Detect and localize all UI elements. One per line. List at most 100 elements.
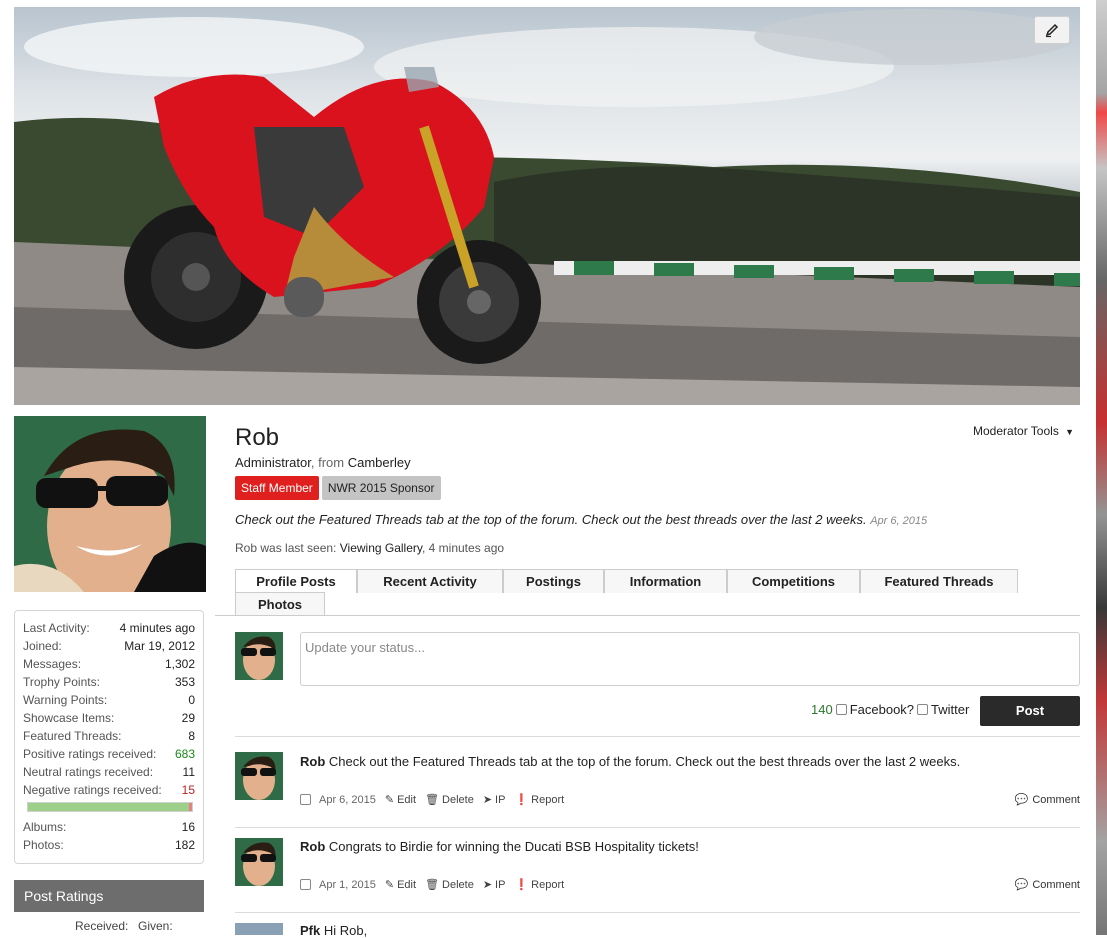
tab-postings[interactable]: Postings: [503, 569, 604, 593]
tab-recent-activity[interactable]: Recent Activity: [357, 569, 503, 593]
report-link[interactable]: ❗ Report: [514, 793, 565, 807]
delete-link[interactable]: 🗑 Delete: [425, 793, 474, 807]
last-seen-time: , 4 minutes ago: [422, 541, 505, 555]
stat-label: Messages:: [23, 657, 82, 671]
stat-value: 683: [174, 747, 195, 761]
delete-link[interactable]: 🗑 Delete: [425, 878, 474, 892]
stat-label: Neutral ratings received:: [23, 765, 154, 779]
stat-row: Photos: 182: [23, 836, 195, 854]
last-seen-prefix: Rob was last seen:: [235, 541, 337, 555]
stat-row: Showcase Items: 29: [23, 709, 195, 727]
status-text: Check out the Featured Threads tab at th…: [235, 512, 867, 527]
report-label: Report: [531, 793, 565, 806]
twitter-checkbox[interactable]: [917, 704, 929, 715]
profile-username: Rob: [235, 424, 280, 451]
post-message: Rob Congrats to Birdie for winning the D…: [300, 839, 699, 854]
post-meta: Apr 1, 2015 ✎ Edit 🗑 Delete ➤ IP ❗ Report: [300, 878, 573, 891]
separator: [235, 827, 1080, 828]
delete-label: Delete: [442, 878, 474, 891]
post-avatar[interactable]: [235, 923, 283, 935]
share-options: 140 Facebook? Twitter: [811, 702, 969, 717]
comment-link[interactable]: 💬 Comment: [1015, 793, 1080, 807]
ip-label: IP: [495, 878, 506, 891]
edit-label: Edit: [397, 793, 417, 806]
stat-value: 4 minutes ago: [119, 621, 195, 635]
stat-value: Mar 19, 2012: [124, 639, 195, 653]
edit-label: Edit: [397, 878, 417, 891]
given-label: Given:: [138, 919, 173, 933]
stat-row: Positive ratings received: 683: [23, 745, 195, 763]
profile-stats-box: Last Activity: 4 minutes ago Joined: Mar 19…: [14, 610, 204, 864]
avatar-thumb: [235, 632, 283, 680]
character-counter: 140: [811, 702, 833, 717]
stat-row: Featured Threads: 8: [23, 727, 195, 745]
post-ratings-columns: Received: Given:: [14, 912, 204, 935]
tabs-divider: [215, 615, 1080, 616]
pencil-icon: ✎: [384, 879, 395, 891]
last-seen-activity[interactable]: Viewing Gallery: [340, 541, 422, 555]
report-link[interactable]: ❗ Report: [514, 878, 565, 892]
stat-row: Albums: 16: [23, 818, 195, 836]
stat-label: Trophy Points:: [23, 675, 100, 689]
edit-link[interactable]: ✎ Edit: [384, 878, 417, 892]
tab-competitions[interactable]: Competitions: [727, 569, 860, 593]
stat-value: 1,302: [164, 657, 195, 671]
avatar-thumb: [235, 838, 283, 886]
stats-list: Last Activity: 4 minutes ago Joined: Mar 19…: [23, 619, 195, 799]
pencil-icon: ✎: [384, 794, 395, 806]
trash-icon: 🗑: [425, 879, 440, 891]
speech-bubble-icon: 💬: [1014, 879, 1029, 891]
comment-link[interactable]: 💬 Comment: [1014, 878, 1080, 892]
ip-link[interactable]: ➤ IP: [483, 793, 506, 807]
user-role: Administrator: [235, 455, 311, 470]
stat-value: 182: [174, 838, 195, 852]
post-author[interactable]: Rob: [300, 839, 325, 854]
caret-down-icon: ▼: [1065, 427, 1075, 437]
tab-profile-posts[interactable]: Profile Posts: [235, 569, 357, 593]
moderator-tools-label: Moderator Tools: [973, 424, 1059, 438]
stat-label: Featured Threads:: [23, 729, 122, 743]
comment-label: Comment: [1032, 878, 1080, 891]
profile-cover-photo: [14, 7, 1080, 405]
post-button[interactable]: Post: [980, 696, 1080, 726]
post-author[interactable]: Pfk: [300, 923, 320, 938]
post-avatar[interactable]: [235, 752, 283, 800]
moderator-tools-menu[interactable]: Moderator Tools ▼: [973, 424, 1074, 438]
stat-row: Messages: 1,302: [23, 655, 195, 673]
tab-photos[interactable]: Photos: [235, 592, 325, 616]
stat-value: 8: [188, 729, 195, 743]
status-date[interactable]: Apr 6, 2015: [870, 515, 927, 527]
tab-featured-threads[interactable]: Featured Threads: [860, 569, 1018, 593]
post-ratings-header: Post Ratings: [14, 880, 204, 912]
alert-icon: ❗: [514, 794, 529, 806]
ip-link[interactable]: ➤ IP: [483, 878, 506, 892]
post-select-checkbox[interactable]: [300, 879, 311, 890]
tab-information[interactable]: Information: [604, 569, 727, 593]
trash-icon: 🗑: [425, 794, 440, 806]
facebook-checkbox[interactable]: [835, 704, 847, 715]
facebook-label: Facebook?: [849, 702, 915, 717]
stat-label: Photos:: [23, 838, 64, 852]
separator: [235, 912, 1080, 913]
post-date[interactable]: Apr 6, 2015: [319, 794, 376, 806]
user-badges: Staff Member NWR 2015 Sponsor: [235, 476, 441, 500]
user-location[interactable]: Camberley: [348, 455, 411, 470]
profile-avatar[interactable]: [14, 416, 206, 592]
post-avatar[interactable]: [235, 838, 283, 886]
edit-cover-button[interactable]: [1034, 16, 1070, 44]
edit-link[interactable]: ✎ Edit: [384, 793, 417, 807]
pencil-icon: [1045, 23, 1059, 38]
status-update-input[interactable]: [300, 632, 1080, 686]
post-date[interactable]: Apr 1, 2015: [319, 879, 376, 891]
comment-label: Comment: [1032, 793, 1080, 806]
stat-label: Positive ratings received:: [23, 747, 157, 761]
page-edge-decoration: [1096, 0, 1107, 935]
post-author[interactable]: Rob: [300, 754, 325, 769]
post-select-checkbox[interactable]: [300, 794, 311, 805]
stat-value: 29: [181, 711, 195, 725]
composer-avatar[interactable]: [235, 632, 283, 680]
post-text: Hi Rob,: [320, 923, 368, 938]
stat-value: 0: [188, 693, 195, 707]
cover-illustration: [14, 9, 1080, 405]
report-label: Report: [531, 878, 565, 891]
